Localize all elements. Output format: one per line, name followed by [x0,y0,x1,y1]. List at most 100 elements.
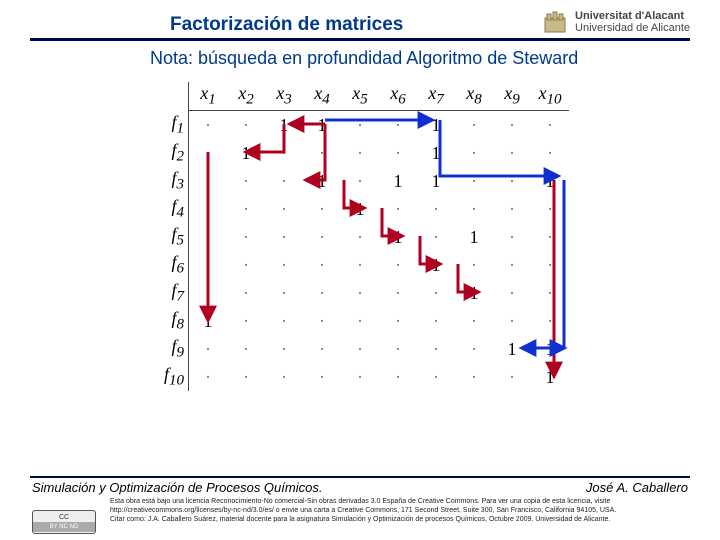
cell: · [417,195,455,223]
cell: · [341,167,379,195]
cell: · [189,111,228,140]
cell: 1 [417,167,455,195]
cell: · [379,139,417,167]
cell: 1 [303,167,341,195]
cell: 1 [303,111,341,140]
cell: · [379,195,417,223]
cell: 1 [493,335,531,363]
table-row: f4····1····· [150,195,569,223]
cell: · [189,223,228,251]
cell: 1 [455,223,493,251]
cell: 1 [455,279,493,307]
cell: · [189,363,228,391]
cell: · [265,335,303,363]
col-header: x2 [227,82,265,111]
table-row: f2·1····1··· [150,139,569,167]
table-row: f7·······1·· [150,279,569,307]
cell: · [493,111,531,140]
col-header: x4 [303,82,341,111]
row-header: f2 [150,139,189,167]
cell: · [455,111,493,140]
cell: · [303,335,341,363]
cc-badge: CC BY NC ND [32,510,96,534]
cell: 1 [531,335,569,363]
cell: · [493,223,531,251]
table-row: f10·········1 [150,363,569,391]
cc-icon: CC [33,513,95,522]
cell: · [455,251,493,279]
row-header: f5 [150,223,189,251]
cell: · [417,223,455,251]
cell: · [189,279,228,307]
cell: · [341,139,379,167]
cell: 1 [531,167,569,195]
table-row: f81········· [150,307,569,335]
cell: · [189,195,228,223]
cell: · [227,111,265,140]
license-line: Esta obra está bajo una licencia Reconoc… [110,498,690,507]
cell: · [227,279,265,307]
cell: · [265,139,303,167]
cell: 1 [189,307,228,335]
row-header: f9 [150,335,189,363]
cell: 1 [341,195,379,223]
cell: · [341,279,379,307]
cell: · [303,251,341,279]
cell: · [531,111,569,140]
cell: · [379,251,417,279]
row-header: f3 [150,167,189,195]
cell: 1 [379,167,417,195]
header-bar: Factorización de matrices Universitat d'… [30,8,690,41]
license-line: Citar como: J.A. Caballero Suárez, mater… [110,516,690,525]
cell: · [265,279,303,307]
university-logo: Universitat d'Alacant Universidad de Ali… [541,8,690,36]
cell: · [265,363,303,391]
license-line: http://creativecommons.org/licenses/by-n… [110,507,690,516]
cell: · [227,251,265,279]
cell: · [455,363,493,391]
col-header: x7 [417,82,455,111]
cell: 1 [227,139,265,167]
cell: · [531,195,569,223]
cell: · [303,363,341,391]
cell: · [189,167,228,195]
table-header-row: x1x2x3x4x5x6x7x8x9x10 [150,82,569,111]
cell: 1 [417,111,455,140]
cell: · [265,195,303,223]
table-row: f1··11··1··· [150,111,569,140]
cell: · [417,363,455,391]
cell: · [455,335,493,363]
cell: 1 [531,363,569,391]
cell: · [303,139,341,167]
table-row: f5·····1·1·· [150,223,569,251]
col-header: x5 [341,82,379,111]
cell: · [227,195,265,223]
cc-tags: BY NC ND [33,522,95,532]
cell: · [493,251,531,279]
subtitle: Nota: búsqueda en profundidad Algoritmo … [150,48,578,69]
footer-author: José A. Caballero [586,480,688,495]
cell: · [531,139,569,167]
cell: · [303,307,341,335]
cell: · [265,223,303,251]
incidence-matrix: x1x2x3x4x5x6x7x8x9x10 f1··11··1···f2·1··… [150,82,569,391]
col-header: x3 [265,82,303,111]
footer-rule [30,476,690,478]
cell: · [341,223,379,251]
cell: · [227,307,265,335]
cell: · [189,335,228,363]
cell: · [189,139,228,167]
cell: · [531,307,569,335]
cell: · [379,307,417,335]
page-title: Factorización de matrices [30,14,403,36]
cell: · [417,335,455,363]
cell: · [493,139,531,167]
footer-course: Simulación y Optimización de Procesos Qu… [32,480,322,495]
row-header: f6 [150,251,189,279]
cell: · [341,111,379,140]
table-row: f6······1··· [150,251,569,279]
cell: · [379,111,417,140]
row-header: f8 [150,307,189,335]
cell: · [303,223,341,251]
table-row: f9········11 [150,335,569,363]
